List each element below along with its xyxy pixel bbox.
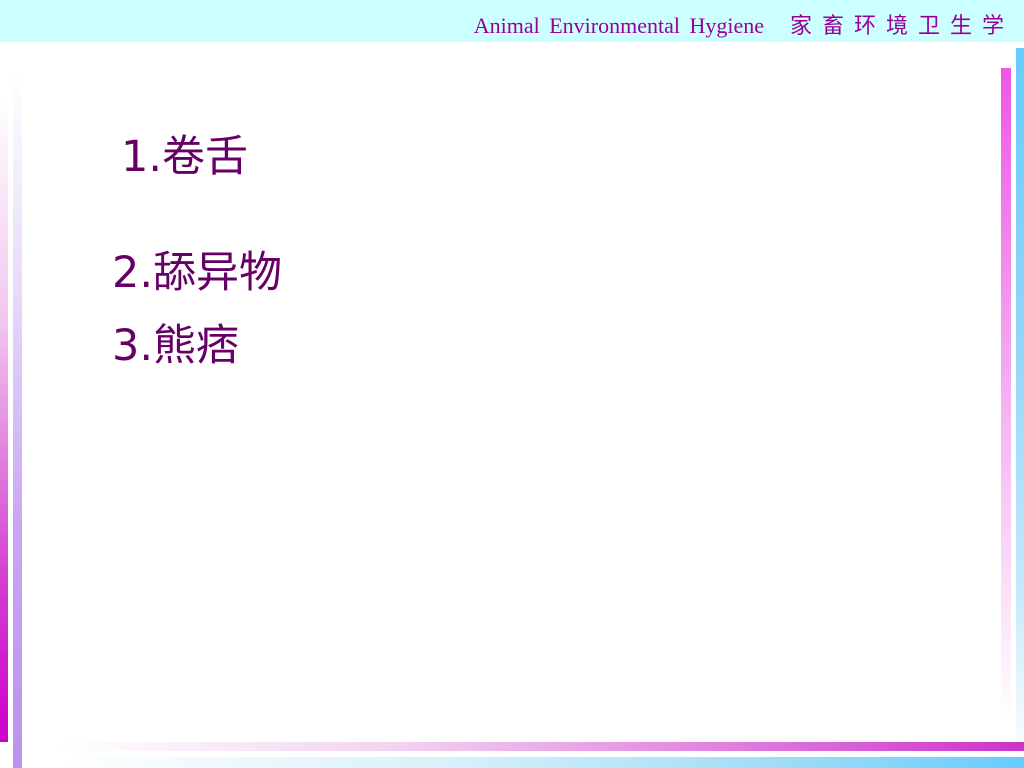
- header-title: Animal Environmental Hygiene 家畜环境卫生学: [474, 8, 1014, 40]
- right-decorative-stripe-blue: [1016, 48, 1024, 768]
- slide: Animal Environmental Hygiene 家畜环境卫生学 1.卷舌…: [0, 0, 1024, 768]
- list-item-licking-foreign-objects: 2.舔异物: [112, 248, 283, 298]
- left-decorative-stripe-magenta: [0, 96, 8, 742]
- header-title-chinese: 家畜环境卫生学: [789, 13, 1014, 38]
- list-item-stereotypy: 3.熊痞: [112, 321, 240, 371]
- bottom-decorative-stripe-magenta: [60, 742, 1024, 751]
- right-decorative-stripe-pink: [1001, 68, 1011, 720]
- list-item-tongue-rolling: 1.卷舌: [121, 132, 249, 182]
- left-decorative-stripe-violet: [13, 70, 22, 768]
- bottom-decorative-stripe-blue: [60, 757, 1024, 768]
- header-title-english: Animal Environmental Hygiene: [473, 13, 764, 38]
- header-bar: Animal Environmental Hygiene 家畜环境卫生学: [0, 0, 1024, 42]
